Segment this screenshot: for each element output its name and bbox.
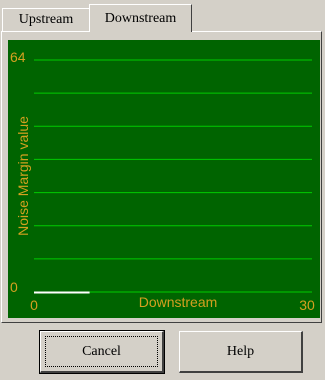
help-button-label: Help [226,343,255,359]
help-button[interactable]: Help [179,331,303,373]
x-axis-label: Downstream [139,294,218,310]
x-tick-label-max: 30 [299,297,315,313]
y-axis-label: Noise Margin value [15,116,31,236]
y-tick-label-max: 64 [10,49,26,65]
y-tick-label-min: 0 [10,279,18,295]
tab-upstream[interactable]: Upstream [2,8,90,32]
focus-rectangle [45,336,158,367]
tab-downstream[interactable]: Downstream [89,4,192,32]
x-tick-label-min: 0 [30,297,38,313]
noise-margin-chart: 64 0 0 30 Downstream Noise Margin value [8,40,320,318]
cancel-button[interactable]: Cancel [39,330,165,374]
tab-upstream-label: Upstream [18,12,74,27]
tab-strip: Upstream Downstream [0,0,325,32]
chart-canvas: 64 0 0 30 Downstream Noise Margin value [10,49,315,313]
tab-downstream-label: Downstream [104,10,177,26]
